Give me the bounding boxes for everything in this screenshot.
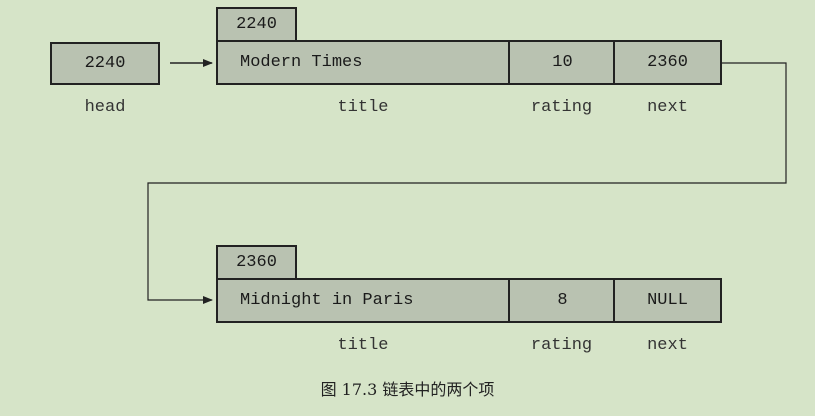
node-2-rating-label: rating [530,336,593,355]
node-2-title-label: title [337,336,389,355]
node-1-title-field: Modern Times [216,40,510,85]
node-2-rating-value: 8 [557,291,568,310]
node-2-next-label: next [647,336,688,355]
node-1-title-value: Modern Times [240,53,363,72]
head-label: head [84,98,126,117]
node-2-next-value: NULL [647,291,688,310]
node-1-next-field: 2360 [613,40,722,85]
node-2-title-value: Midnight in Paris [240,291,414,310]
node-2-rating-field: 8 [508,278,615,323]
head-pointer-box: 2240 [50,42,160,85]
node-1-next-label: next [647,98,688,117]
node-2-address: 2360 [216,245,297,280]
node-1-address: 2240 [216,7,297,42]
node-1-rating-value: 10 [552,53,573,72]
head-value: 2240 [84,54,126,73]
node-1-rating-label: rating [530,98,593,117]
node-1-rating-field: 10 [508,40,615,85]
node-2-address-value: 2360 [236,253,277,272]
node-2-title-field: Midnight in Paris [216,278,510,323]
node-1-title-label: title [337,98,389,117]
node-1-next-value: 2360 [647,53,688,72]
node-1-address-value: 2240 [236,15,277,34]
figure-caption: 图 17.3 链表中的两个项 [320,380,495,399]
node-2-next-field: NULL [613,278,722,323]
